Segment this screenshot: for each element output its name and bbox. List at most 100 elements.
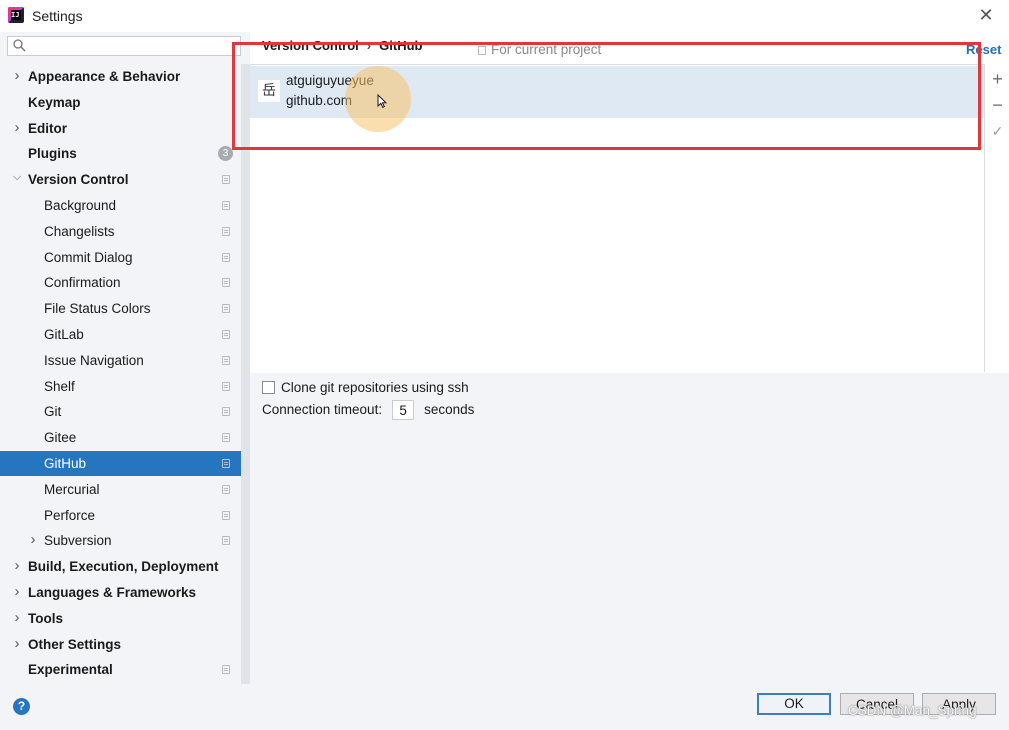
settings-search-input[interactable] (7, 36, 241, 56)
sidebar-item-label: Experimental (28, 662, 113, 678)
settings-sidebar: › Appearance & Behavior Keymap › Editor Plugi… (0, 32, 250, 684)
accounts-list: 岳 atguiguyueyue github.com (250, 64, 984, 374)
sidebar-item-label: Keymap (28, 94, 81, 110)
sidebar-item-label: Version Control (28, 172, 129, 188)
sidebar-scrollbar[interactable] (241, 64, 250, 684)
project-level-icon (222, 433, 230, 443)
sidebar-item-label: Git (44, 404, 62, 420)
account-row[interactable]: 岳 atguiguyueyue github.com (250, 66, 984, 132)
sidebar-item-gitee[interactable]: Gitee (0, 425, 241, 450)
sidebar-item-other-settings[interactable]: › Other Settings (0, 632, 241, 657)
accounts-toolbar: + − ✓ (984, 64, 1009, 372)
project-level-icon (222, 665, 230, 675)
project-level-icon (222, 510, 230, 520)
sidebar-item-build-execution-deployment[interactable]: › Build, Execution, Deployment (0, 554, 241, 579)
chevron-right-icon[interactable]: › (11, 115, 23, 140)
sidebar-item-label: Languages & Frameworks (28, 585, 197, 600)
sidebar-item-editor[interactable]: › Editor (0, 116, 241, 141)
search-icon (13, 39, 26, 55)
sidebar-item-keymap[interactable]: Keymap (0, 90, 241, 115)
chevron-down-icon[interactable]: ⌵ (11, 165, 23, 190)
sidebar-item-perforce[interactable]: Perforce (0, 503, 241, 528)
project-level-icon (222, 226, 230, 236)
window-title: Settings (32, 8, 83, 24)
sidebar-item-label: Background (44, 198, 117, 213)
clone-ssh-checkbox[interactable] (262, 381, 275, 394)
sidebar-item-label: Appearance & Behavior (28, 69, 181, 84)
sidebar-item-mercurial[interactable]: Mercurial (0, 477, 241, 502)
chevron-right-icon[interactable]: › (27, 527, 39, 552)
help-icon[interactable]: ? (13, 698, 30, 715)
clone-ssh-label: Clone git repositories using ssh (281, 380, 469, 395)
sidebar-item-label: Perforce (44, 507, 96, 523)
breadcrumb-separator: › (366, 38, 372, 53)
account-avatar: 岳 (258, 80, 280, 102)
sidebar-item-languages-frameworks[interactable]: › Languages & Frameworks (0, 580, 241, 605)
sidebar-item-label: GitLab (44, 327, 84, 342)
project-level-icon (222, 278, 230, 288)
project-level-icon (222, 201, 230, 210)
github-settings-panel: Version Control › GitHub For current proje… (250, 32, 1009, 684)
sidebar-item-confirmation[interactable]: Confirmation (0, 270, 241, 295)
connection-timeout-option: Connection timeout: 5 seconds (262, 399, 474, 421)
sidebar-item-label: File Status Colors (44, 301, 151, 317)
close-icon[interactable]: ✕ (977, 6, 995, 24)
watermark: CSDN @Man_Spring (848, 703, 977, 718)
sidebar-item-label: Build, Execution, Deployment (28, 559, 219, 575)
project-level-icon (222, 381, 230, 391)
set-default-account-icon[interactable]: ✓ (985, 120, 1009, 142)
sidebar-item-plugins[interactable]: Plugins 3 (0, 141, 241, 166)
sidebar-item-label: GitHub (44, 456, 87, 471)
sidebar-item-issue-navigation[interactable]: Issue Navigation (0, 348, 241, 373)
project-level-icon (222, 355, 230, 365)
chevron-right-icon[interactable]: › (11, 605, 23, 630)
sidebar-item-label: Mercurial (44, 481, 100, 497)
project-level-icon (222, 304, 230, 314)
account-host: github.com (286, 93, 353, 108)
sidebar-item-version-control[interactable]: ⌵ Version Control (0, 167, 241, 192)
project-level-icon (222, 484, 230, 494)
sidebar-item-file-status-colors[interactable]: File Status Colors (0, 296, 241, 321)
project-level-icon (222, 175, 230, 185)
sidebar-item-background[interactable]: Background (0, 193, 241, 218)
sidebar-item-changelists[interactable]: Changelists (0, 219, 241, 244)
sidebar-item-tools[interactable]: › Tools (0, 606, 241, 631)
sidebar-item-experimental[interactable]: Experimental (0, 657, 241, 682)
add-account-icon[interactable]: + (985, 68, 1009, 90)
chevron-right-icon[interactable]: › (11, 579, 23, 604)
sidebar-item-shelf[interactable]: Shelf (0, 374, 241, 399)
clone-ssh-option[interactable]: Clone git repositories using ssh (262, 379, 469, 397)
project-level-icon (222, 330, 230, 339)
sidebar-item-github[interactable]: GitHub (0, 451, 241, 476)
github-options: Clone git repositories using ssh Connect… (250, 373, 1009, 684)
project-scope-label: For current project (478, 42, 601, 57)
mouse-cursor-icon (377, 94, 387, 108)
project-level-icon (222, 459, 230, 468)
sidebar-item-label: Shelf (44, 378, 75, 394)
sidebar-item-gitlab[interactable]: GitLab (0, 322, 241, 347)
sidebar-item-commit-dialog[interactable]: Commit Dialog (0, 245, 241, 270)
chevron-right-icon[interactable]: › (11, 63, 23, 88)
title-bar: IJ Settings ✕ (0, 0, 1009, 32)
breadcrumb: Version Control › GitHub (262, 38, 422, 53)
timeout-unit: seconds (424, 402, 475, 417)
project-icon (478, 45, 486, 55)
project-level-icon (222, 407, 230, 417)
sidebar-item-label: Editor (28, 120, 67, 136)
breadcrumb-parent[interactable]: Version Control (262, 38, 359, 53)
chevron-right-icon[interactable]: › (11, 631, 23, 656)
reset-link[interactable]: Reset (966, 42, 1001, 57)
sidebar-item-label: Commit Dialog (44, 249, 133, 265)
project-level-icon (222, 536, 230, 546)
project-level-icon (222, 252, 230, 262)
chevron-right-icon[interactable]: › (11, 553, 23, 578)
timeout-input[interactable]: 5 (392, 400, 415, 421)
scope-text: For current project (491, 42, 602, 57)
sidebar-item-label: Issue Navigation (44, 352, 144, 368)
remove-account-icon[interactable]: − (985, 94, 1009, 116)
sidebar-item-appearance-behavior[interactable]: › Appearance & Behavior (0, 64, 241, 89)
ok-button[interactable]: OK (757, 693, 831, 715)
sidebar-item-label: Confirmation (44, 275, 121, 291)
sidebar-item-subversion[interactable]: › Subversion (0, 528, 241, 553)
sidebar-item-git[interactable]: Git (0, 399, 241, 424)
